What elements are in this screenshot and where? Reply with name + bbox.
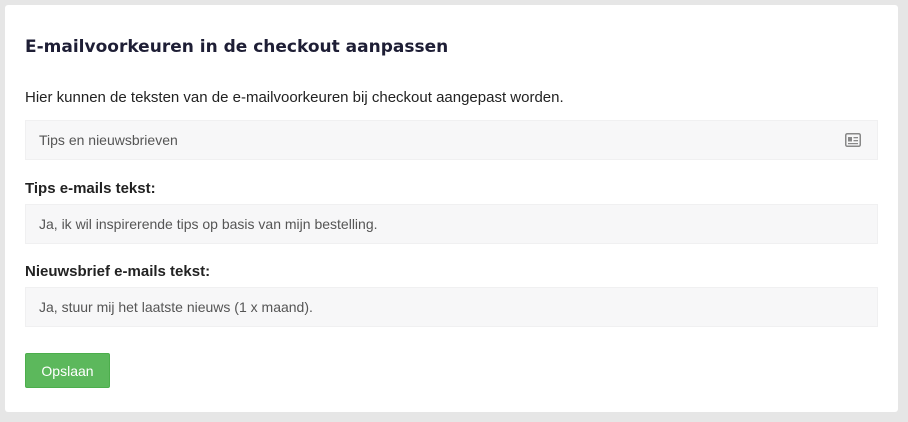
- newsletter-email-text-input[interactable]: [25, 287, 878, 327]
- card-description: Hier kunnen de teksten van de e-mailvoor…: [25, 89, 564, 106]
- card-title: E-mailvoorkeuren in de checkout aanpasse…: [25, 37, 449, 57]
- tips-email-label: Tips e-mails tekst:: [25, 180, 156, 197]
- tips-email-text-input[interactable]: [25, 204, 878, 244]
- email-preference-select[interactable]: Tips en nieuwsbrieven: [25, 120, 878, 160]
- save-button[interactable]: Opslaan: [25, 353, 110, 388]
- newsletter-email-label: Nieuwsbrief e-mails tekst:: [25, 263, 211, 280]
- settings-card: E-mailvoorkeuren in de checkout aanpasse…: [5, 5, 898, 412]
- id-card-icon: [845, 133, 861, 147]
- email-preference-select-value: Tips en nieuwsbrieven: [39, 132, 178, 148]
